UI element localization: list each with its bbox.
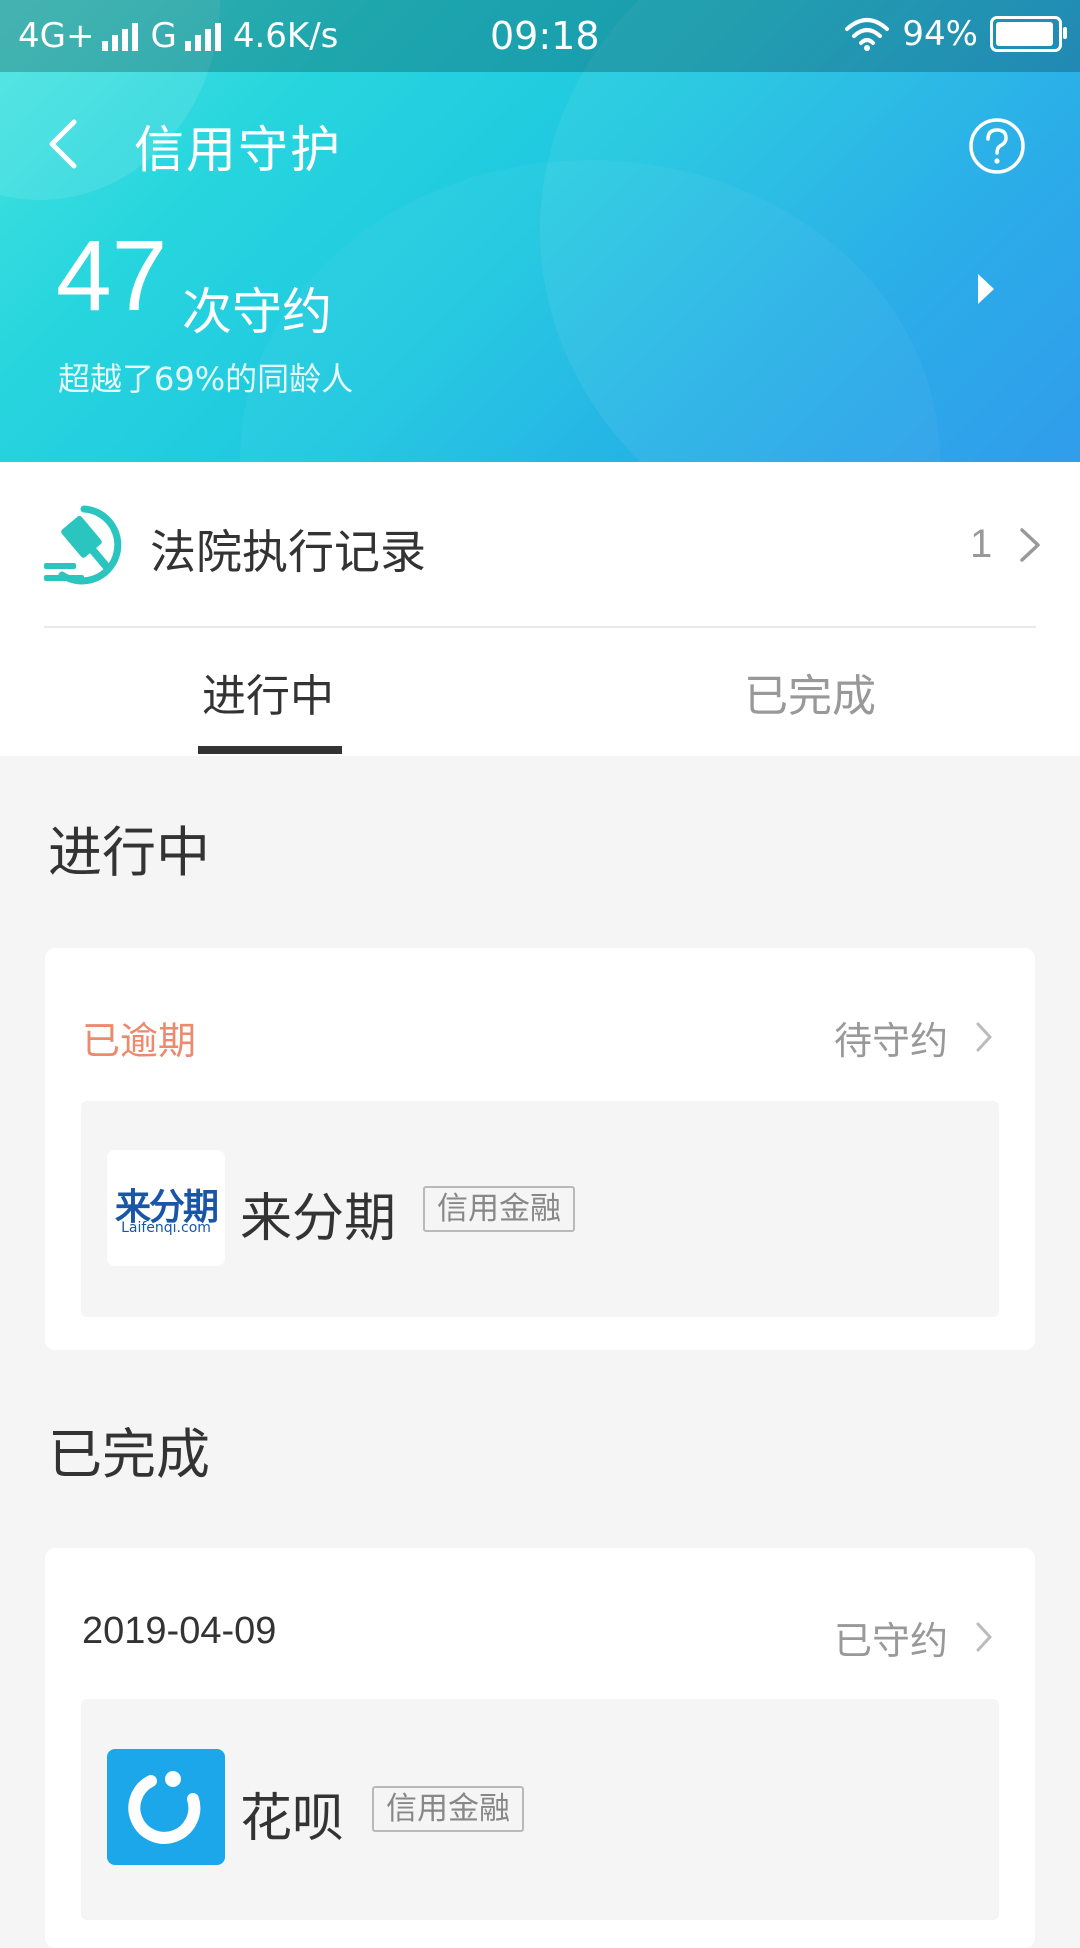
category-tag: 信用金融: [372, 1786, 524, 1832]
promise-count-unit[interactable]: 次守约: [182, 272, 332, 344]
section-title-in-progress: 进行中: [48, 821, 210, 884]
merchant-name: 花呗: [240, 1789, 345, 1849]
court-record-label[interactable]: 法院执行记录: [150, 516, 426, 582]
court-record-count[interactable]: 1: [970, 522, 992, 567]
page-title: 信用守护: [134, 121, 342, 179]
play-triangle-icon[interactable]: [976, 272, 996, 306]
network-speed: 4.6K/s: [232, 16, 339, 56]
chevron-right-icon[interactable]: [1018, 526, 1042, 564]
overdue-status: 已逾期: [82, 1019, 197, 1063]
signal-icon: [102, 21, 139, 51]
signal-icon-2: [184, 21, 221, 51]
tab-active-indicator: [198, 746, 342, 754]
question-circle-icon[interactable]: [968, 117, 1026, 175]
tab-in-progress[interactable]: 进行中: [202, 660, 334, 724]
battery-icon: [990, 16, 1067, 52]
section-title-completed: 已完成: [48, 1423, 210, 1486]
pending-action-label[interactable]: 待守约: [834, 1010, 948, 1065]
promise-count[interactable]: 47: [56, 226, 167, 326]
network-type-2: G: [150, 16, 177, 56]
battery-percent: 94%: [902, 14, 978, 54]
wifi-icon: [845, 18, 890, 51]
ranking-subtext: 超越了69%的同龄人: [58, 360, 354, 398]
divider: [44, 626, 1036, 628]
gavel-icon: [44, 505, 122, 585]
laifenqi-logo-sub: Laifenqi.com: [121, 1220, 211, 1236]
chevron-right-icon[interactable]: [974, 1620, 994, 1654]
merchant-name: 来分期: [240, 1189, 397, 1249]
laifenqi-logo: 来分期 Laifenqi.com: [107, 1150, 225, 1266]
completed-date: 2019-04-09: [82, 1610, 277, 1652]
network-type-1: 4G+: [18, 16, 95, 56]
back-chevron-icon[interactable]: [44, 118, 80, 170]
clock: 09:18: [490, 14, 600, 58]
tab-completed[interactable]: 已完成: [744, 660, 876, 724]
chevron-right-icon[interactable]: [974, 1020, 994, 1054]
court-and-tabs-panel: [0, 462, 1080, 756]
kept-promise-label[interactable]: 已守约: [834, 1610, 948, 1665]
huabei-logo-icon: [107, 1749, 225, 1865]
category-tag: 信用金融: [423, 1186, 575, 1232]
status-bar: 4G+ G 4.6K/s 09:18 94%: [0, 0, 1080, 72]
